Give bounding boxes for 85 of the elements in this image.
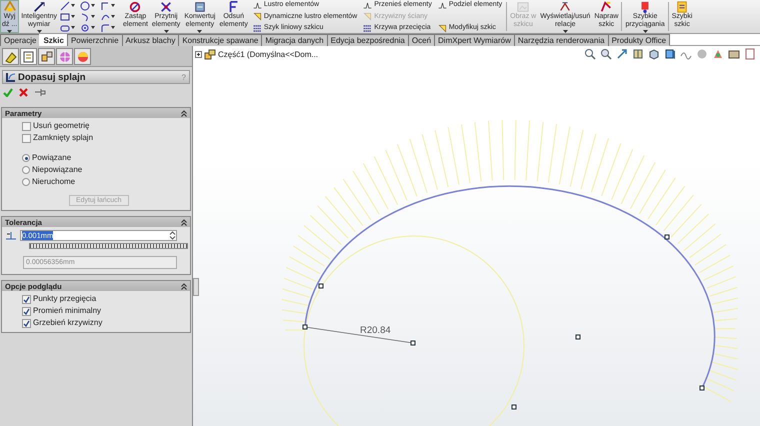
dropdown-arrow-icon — [91, 15, 95, 18]
dropdown-arrow-icon — [562, 30, 568, 33]
dropdown-arrow-icon — [7, 30, 12, 33]
radio-label: Niepowiązane — [32, 165, 82, 175]
dropdown-arrow-icon — [197, 30, 202, 33]
checkbox-label: Punkty przegięcia — [33, 294, 96, 304]
tool-icon — [363, 24, 372, 32]
checkbox[interactable] — [22, 306, 31, 316]
tab[interactable]: Arkusz blachy — [122, 34, 180, 46]
tab[interactable]: DimXpert Wymiarów — [434, 34, 515, 46]
checkbox[interactable] — [22, 134, 31, 142]
radio-button[interactable] — [22, 178, 30, 186]
radius-dimension: R20.84 — [360, 325, 391, 336]
dropdown-arrow-icon — [71, 15, 75, 18]
spline-point[interactable] — [512, 404, 516, 410]
checkbox[interactable] — [22, 294, 31, 304]
checkbox-label: Grzebień krzywizny — [33, 318, 102, 328]
panel-tab-icon — [76, 50, 89, 63]
tab[interactable]: Powierzchnie — [66, 34, 123, 46]
spline-point[interactable] — [410, 340, 416, 346]
tool-icon — [228, 1, 240, 13]
dropdown-arrow-icon — [111, 4, 115, 7]
tab[interactable]: Konstrukcje spawane — [178, 34, 262, 46]
dropdown-arrow-icon — [91, 26, 95, 29]
tool-icon — [600, 1, 612, 13]
feature-tree-item[interactable]: Część1 (Domyślna<<Dom... — [218, 50, 318, 59]
tool-icon — [438, 0, 447, 10]
tool-icon — [194, 1, 206, 13]
tool-icon — [517, 1, 530, 13]
dropdown-arrow-icon — [36, 30, 42, 33]
tool-icon — [639, 1, 652, 13]
radio-label: Nieruchome — [32, 177, 76, 187]
tab[interactable]: Oceń — [408, 34, 436, 46]
panel-title: Dopasuj splajn — [18, 72, 87, 82]
dropdown-arrow-icon — [164, 30, 169, 33]
checkbox[interactable] — [22, 318, 31, 328]
tool-icon — [160, 1, 172, 13]
spline-point[interactable] — [302, 324, 308, 330]
checkbox-label: Zamknięty splajn — [33, 133, 94, 143]
spline-point[interactable] — [700, 386, 704, 390]
ok-icon — [3, 88, 13, 97]
dropdown-arrow-icon — [71, 4, 75, 7]
dropdown-arrow-icon — [71, 26, 75, 29]
radio-button[interactable] — [22, 166, 30, 174]
display-style-icon — [664, 48, 676, 60]
panel-tab-icon — [22, 50, 35, 63]
panel-tab-icon — [58, 50, 71, 63]
expand-icon — [195, 51, 202, 58]
tool-icon — [676, 1, 688, 13]
spline-point[interactable] — [576, 334, 580, 340]
panel-tab-icon — [40, 50, 53, 63]
checkbox[interactable] — [22, 122, 31, 130]
dropdown-arrow-icon — [111, 26, 115, 29]
dropdown-arrow-icon — [642, 30, 648, 33]
tab[interactable]: Migracja danych — [261, 34, 328, 46]
spline-icon — [6, 72, 16, 82]
radio-button[interactable] — [22, 154, 30, 162]
tool-icon — [33, 1, 46, 13]
dropdown-arrow-icon — [111, 15, 115, 18]
part-icon — [204, 49, 216, 60]
tab[interactable]: Narzędzia renderowania — [514, 34, 609, 46]
panel-tab-icon — [4, 50, 17, 63]
section-view-icon — [632, 48, 644, 60]
tab[interactable]: Edycja bezpośrednia — [326, 34, 409, 46]
cancel-icon — [19, 88, 28, 97]
splitter-handle[interactable] — [193, 278, 199, 296]
checkbox-label: Usuń geometrię — [33, 121, 90, 131]
document-icon — [744, 48, 756, 60]
dropdown-arrow-icon — [91, 4, 95, 7]
tab[interactable]: Operacje — [0, 34, 40, 46]
zoom-area-icon — [600, 48, 612, 60]
radio-label: Powiązane — [32, 153, 72, 163]
tool-icon — [129, 1, 142, 13]
zoom-icon — [584, 48, 596, 60]
spline-point[interactable] — [664, 234, 670, 240]
checkbox-label: Promień minimalny — [33, 306, 102, 316]
spinner-arrows-icon — [169, 231, 176, 240]
spline-point[interactable] — [318, 284, 324, 288]
tool-icon — [559, 1, 572, 13]
tool-icon — [4, 1, 16, 13]
tolerance-slider-fill[interactable] — [30, 244, 187, 248]
tolerance-icon — [5, 230, 17, 240]
tab[interactable]: Produkty Office — [608, 34, 670, 46]
tool-icon — [252, 24, 262, 32]
pushpin-icon — [34, 88, 46, 97]
